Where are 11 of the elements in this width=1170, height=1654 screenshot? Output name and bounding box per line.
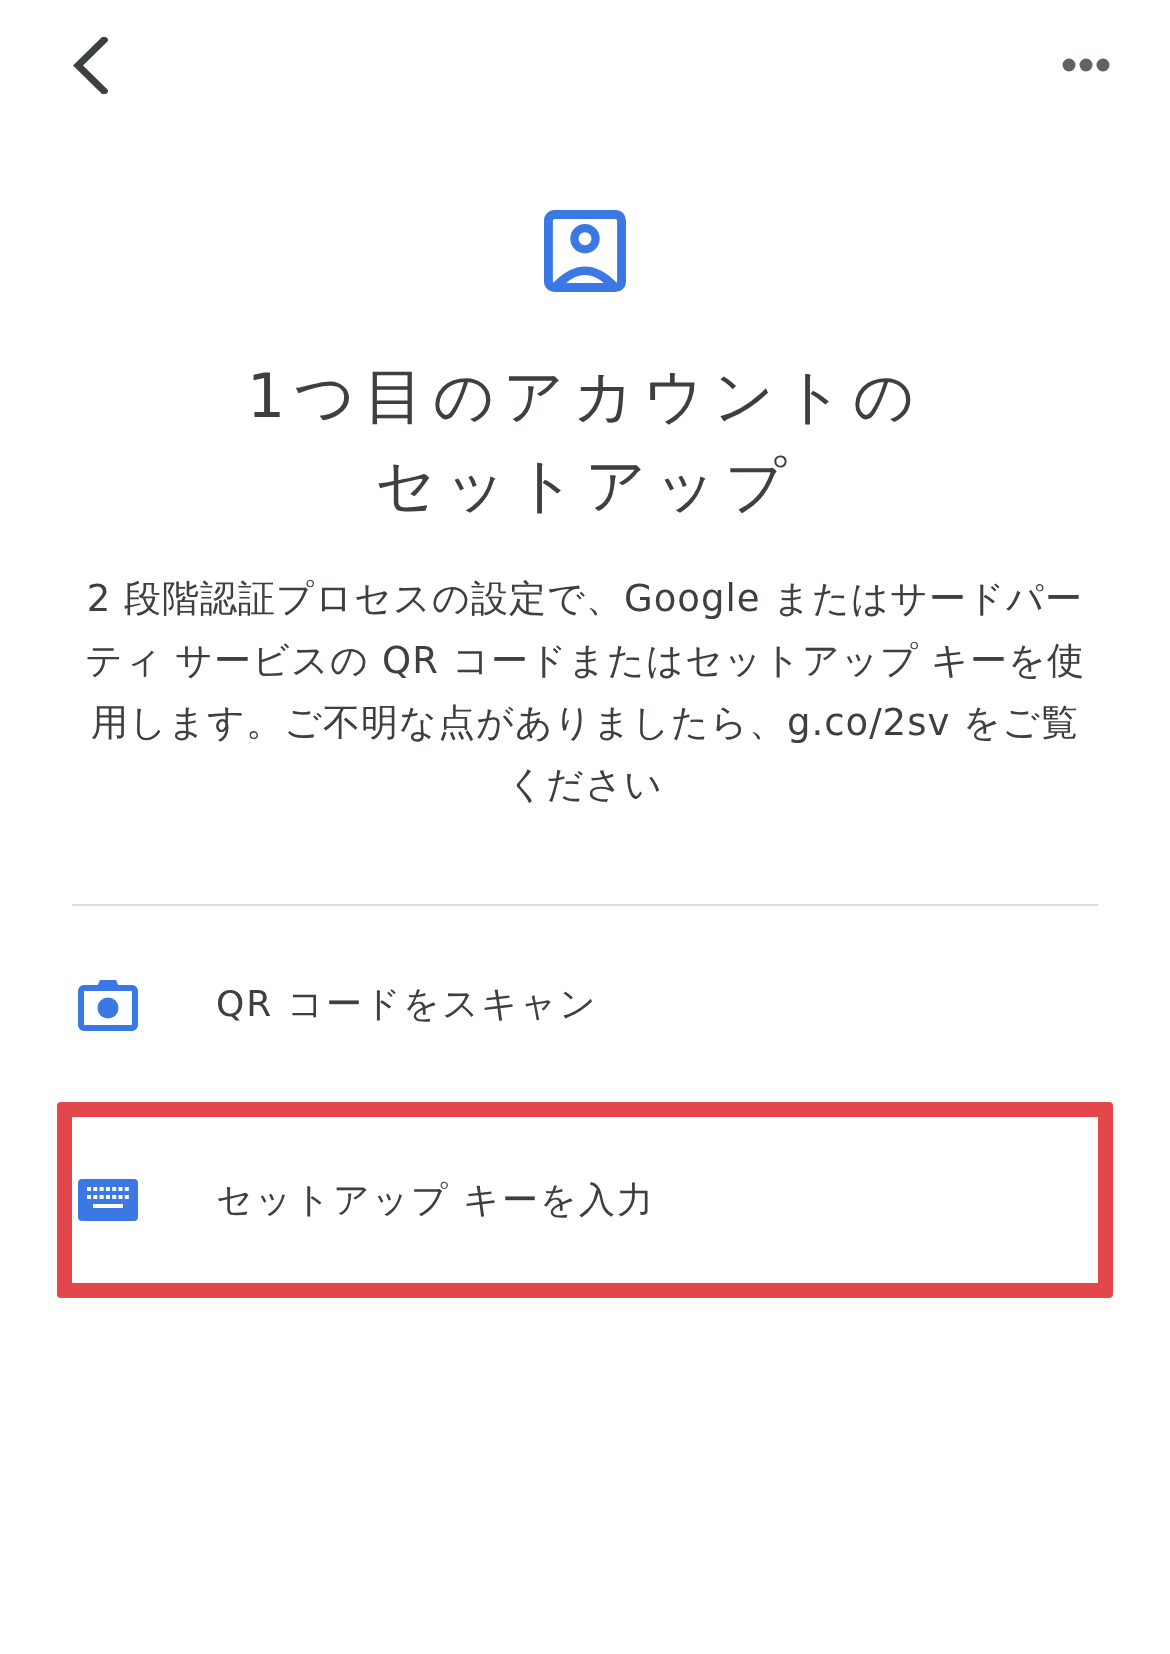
more-options-button[interactable] (1062, 58, 1110, 72)
back-button[interactable] (70, 36, 108, 94)
account-box-icon (544, 210, 626, 292)
more-icon (1062, 58, 1110, 72)
option-item[interactable]: QR コードをスキャン (57, 906, 1113, 1102)
camera-icon (78, 977, 138, 1031)
chevron-left-icon (70, 36, 108, 94)
keyboard-icon (78, 1179, 138, 1221)
description-text: 2 段階認証プロセスの設定で、Google またはサードパーティ サービスの QR コードまたはセットアップ キーを使用します。ご不明な点がありましたら、g.co/2sv をご覧ください (83, 576, 1087, 808)
option-item[interactable]: セットアップ キーを入力 (57, 1102, 1113, 1298)
page-title: 1つ目のアカウントのセットアップ (245, 360, 925, 522)
